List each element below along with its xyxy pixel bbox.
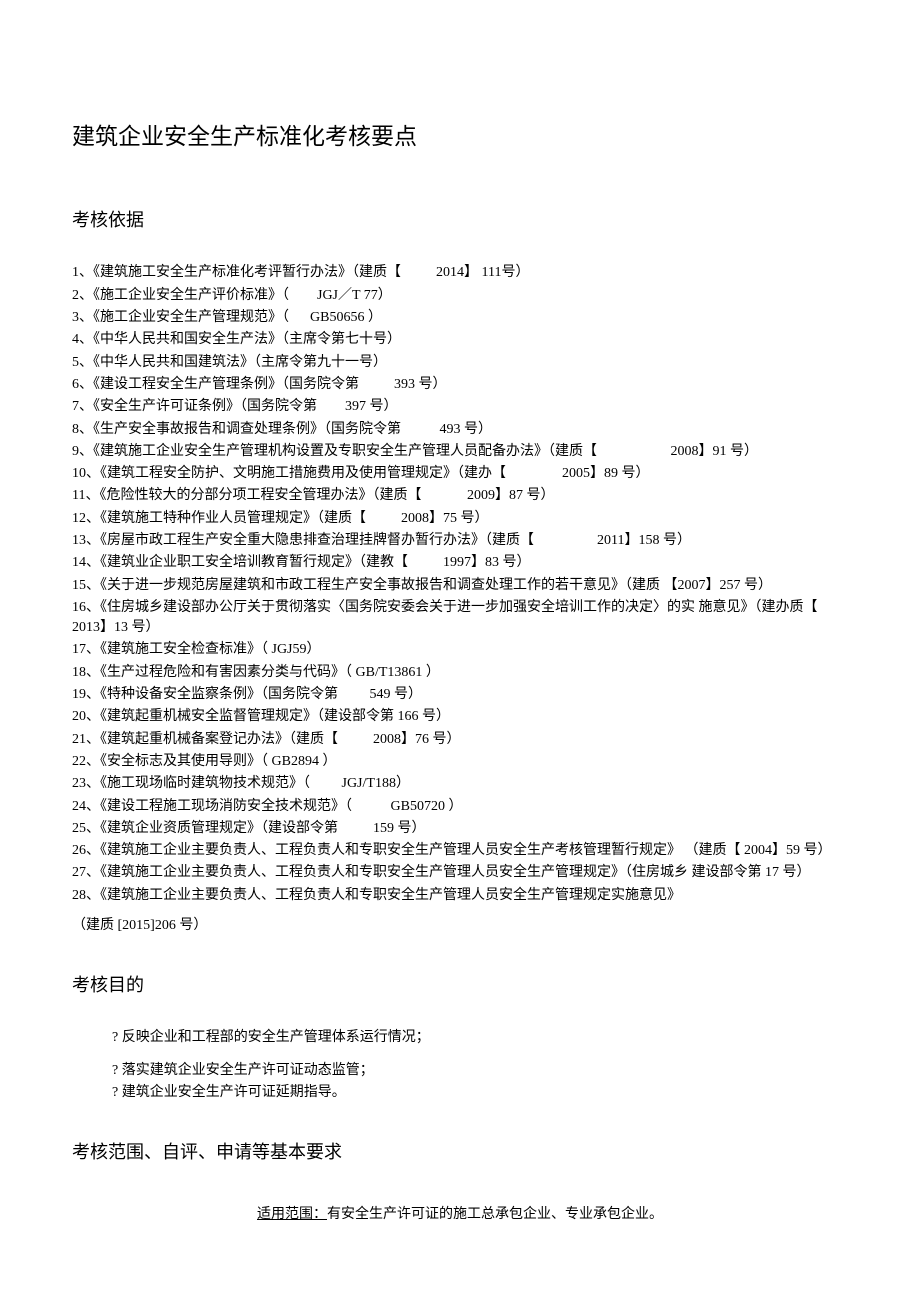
- list-item: 26、《建筑施工企业主要负责人、工程负责人和专职安全生产管理人员安全生产考核管理…: [72, 841, 848, 861]
- list-item: ? 反映企业和工程部的安全生产管理体系运行情况；: [112, 1028, 848, 1048]
- list-item: 4、《中华人民共和国安全生产法》（主席令第七十号）: [72, 330, 848, 350]
- list-item: 16、《住房城乡建设部办公厅关于贯彻落实〈国务院安委会关于进一步加强安全培训工作…: [72, 598, 848, 639]
- list-item: 9、《建筑施工企业安全生产管理机构设置及专职安全生产管理人员配备办法》（建质【 …: [72, 442, 848, 462]
- list-item: 6、《建设工程安全生产管理条例》（国务院令第 393 号）: [72, 375, 848, 395]
- list-item: 12、《建筑施工特种作业人员管理规定》（建质【 2008】75 号）: [72, 509, 848, 529]
- list-item: 28、《建筑施工企业主要负责人、工程负责人和专职安全生产管理人员安全生产管理规定…: [72, 886, 848, 906]
- list-item: 21、《建筑起重机械备案登记办法》（建质【 2008】76 号）: [72, 730, 848, 750]
- list-item: 11、《危险性较大的分部分项工程安全管理办法》（建质【 2009】87 号）: [72, 486, 848, 506]
- list-item: 1、《建筑施工安全生产标准化考评暂行办法》（建质【 2014】 111号）: [72, 263, 848, 283]
- section-heading-scope: 考核范围、自评、申请等基本要求: [72, 1139, 848, 1165]
- scope-text: 有安全生产许可证的施工总承包企业、专业承包企业。: [327, 1207, 663, 1222]
- scope-label: 适用范围：: [257, 1207, 327, 1222]
- basis-tail: （建质 [2015]206 号）: [72, 916, 848, 936]
- section-heading-basis: 考核依据: [72, 207, 848, 233]
- list-item: 7、《安全生产许可证条例》（国务院令第 397 号）: [72, 397, 848, 417]
- list-item: 10、《建筑工程安全防护、文明施工措施费用及使用管理规定》（建办【 2005】8…: [72, 464, 848, 484]
- list-item: 14、《建筑业企业职工安全培训教育暂行规定》（建教【 1997】83 号）: [72, 553, 848, 573]
- list-item: 23、《施工现场临时建筑物技术规范》（ JGJ/T188）: [72, 774, 848, 794]
- list-item: ? 建筑企业安全生产许可证延期指导。: [112, 1083, 848, 1103]
- purpose-list: ? 反映企业和工程部的安全生产管理体系运行情况； ? 落实建筑企业安全生产许可证动…: [112, 1028, 848, 1103]
- list-item: ? 落实建筑企业安全生产许可证动态监管；: [112, 1061, 848, 1081]
- scope-line: 适用范围：有安全生产许可证的施工总承包企业、专业承包企业。: [72, 1205, 848, 1225]
- list-item: 15、《关于进一步规范房屋建筑和市政工程生产安全事故报告和调查处理工作的若干意见…: [72, 576, 848, 596]
- page-title: 建筑企业安全生产标准化考核要点: [72, 120, 848, 153]
- list-item: 3、《施工企业安全生产管理规范》（ GB50656 ）: [72, 308, 848, 328]
- list-item: 13、《房屋市政工程生产安全重大隐患排查治理挂牌督办暂行办法》（建质【 2011…: [72, 531, 848, 551]
- list-item: 18、《生产过程危险和有害因素分类与代码》（ GB/T13861 ）: [72, 663, 848, 683]
- section-heading-purpose: 考核目的: [72, 972, 848, 998]
- list-item: 8、《生产安全事故报告和调查处理条例》（国务院令第 493 号）: [72, 420, 848, 440]
- list-item: 17、《建筑施工安全检查标准》（ JGJ59）: [72, 640, 848, 660]
- basis-list: 1、《建筑施工安全生产标准化考评暂行办法》（建质【 2014】 111号） 2、《…: [72, 263, 848, 906]
- list-item: 27、《建筑施工企业主要负责人、工程负责人和专职安全生产管理人员安全生产管理规定…: [72, 863, 848, 883]
- list-item: 22、《安全标志及其使用导则》（ GB2894 ）: [72, 752, 848, 772]
- list-item: 5、《中华人民共和国建筑法》（主席令第九十一号）: [72, 353, 848, 373]
- list-item: 20、《建筑起重机械安全监督管理规定》（建设部令第 166 号）: [72, 707, 848, 727]
- list-item: 2、《施工企业安全生产评价标准》（ JGJ／T 77）: [72, 286, 848, 306]
- list-item: 19、《特种设备安全监察条例》（国务院令第 549 号）: [72, 685, 848, 705]
- list-item: 25、《建筑企业资质管理规定》（建设部令第 159 号）: [72, 819, 848, 839]
- list-item: 24、《建设工程施工现场消防安全技术规范》（ GB50720 ）: [72, 797, 848, 817]
